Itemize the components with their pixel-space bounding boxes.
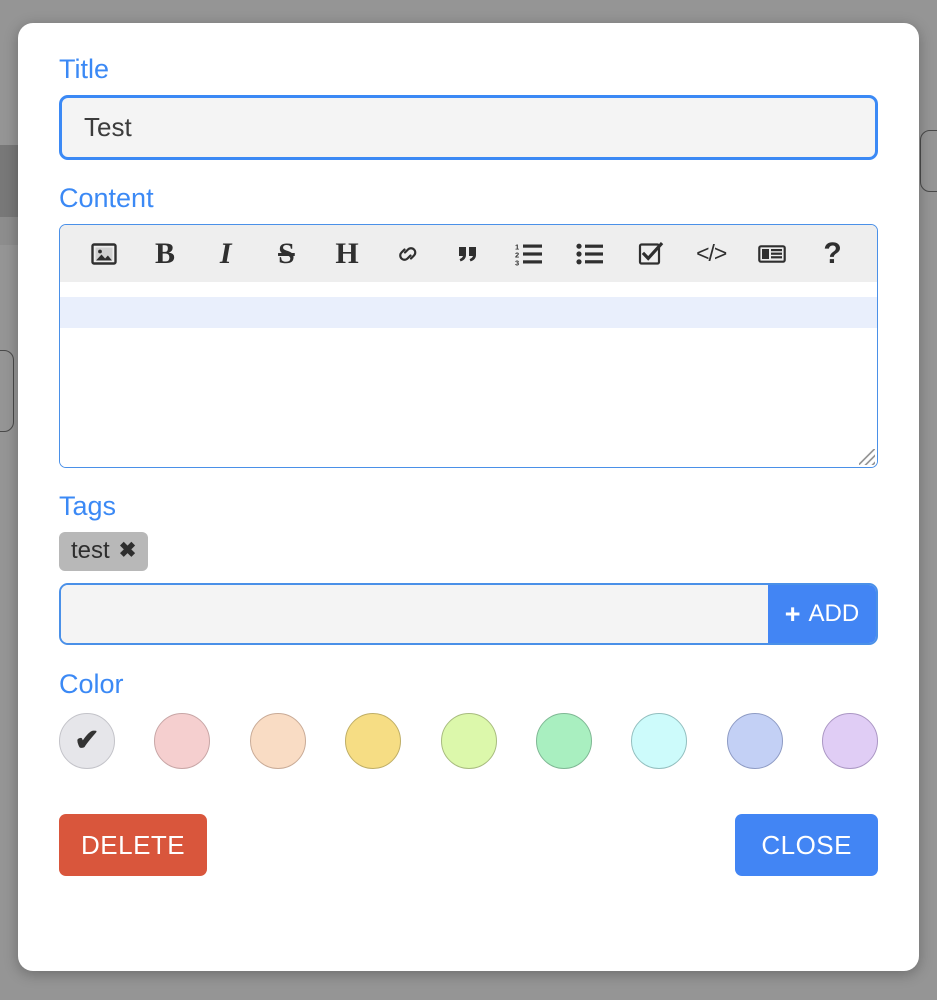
content-editor[interactable]: B I S H 1 2 3 </> ? <box>59 224 878 468</box>
tag-chip-list: test ✖ <box>59 531 878 571</box>
color-swatch-orange[interactable] <box>249 713 306 769</box>
quote-icon[interactable] <box>448 234 488 274</box>
heading-icon[interactable]: H <box>327 234 367 274</box>
svg-text:3: 3 <box>515 258 519 266</box>
code-icon[interactable]: </> <box>691 234 731 274</box>
color-swatch-cyan[interactable] <box>631 713 688 769</box>
color-swatch-green[interactable] <box>535 713 592 769</box>
checkbox-icon[interactable] <box>631 234 671 274</box>
tag-chip[interactable]: test ✖ <box>59 531 149 571</box>
tags-label: Tags <box>59 491 117 521</box>
color-swatch-list: ✔ <box>59 710 878 772</box>
title-input[interactable] <box>59 95 878 160</box>
unordered-list-icon[interactable] <box>570 234 610 274</box>
check-icon: ✔ <box>74 724 100 757</box>
newspaper-icon[interactable] <box>752 234 792 274</box>
italic-icon[interactable]: I <box>206 234 246 274</box>
background-card-left <box>0 350 14 432</box>
note-editor-dialog: Title Content B I S <box>18 23 919 971</box>
tag-input[interactable] <box>61 585 768 643</box>
background-card-right <box>920 130 937 192</box>
color-swatch-default[interactable]: ✔ <box>59 713 115 769</box>
color-swatch-yellow[interactable] <box>345 713 402 769</box>
bold-icon[interactable]: B <box>145 234 185 274</box>
strikethrough-icon[interactable]: S <box>266 234 306 274</box>
add-tag-button[interactable]: + ADD <box>768 585 876 643</box>
color-swatch-purple[interactable] <box>822 713 878 769</box>
editor-toolbar: B I S H 1 2 3 </> ? <box>60 225 877 283</box>
color-swatch-lime[interactable] <box>440 713 497 769</box>
link-icon[interactable] <box>388 234 428 274</box>
plus-icon: + <box>784 598 801 629</box>
active-line-highlight <box>60 297 877 328</box>
title-label: Title <box>59 54 110 84</box>
tag-chip-label: test <box>71 536 110 564</box>
content-label: Content <box>59 183 154 213</box>
dialog-footer: DELETE CLOSE <box>59 814 878 876</box>
color-swatch-blue[interactable] <box>726 713 783 769</box>
image-icon[interactable] <box>84 234 124 274</box>
question-mark-icon[interactable]: ? <box>813 234 853 274</box>
content-textarea[interactable] <box>60 283 877 467</box>
delete-button[interactable]: DELETE <box>59 814 208 876</box>
tag-input-group: + ADD <box>59 583 878 645</box>
tag-remove-icon[interactable]: ✖ <box>119 538 137 563</box>
close-button[interactable]: CLOSE <box>735 814 878 876</box>
ordered-list-icon[interactable]: 1 2 3 <box>509 234 549 274</box>
color-swatch-red[interactable] <box>154 713 211 769</box>
resize-handle[interactable] <box>859 449 875 465</box>
add-tag-label: ADD <box>808 600 860 627</box>
color-label: Color <box>59 669 124 699</box>
